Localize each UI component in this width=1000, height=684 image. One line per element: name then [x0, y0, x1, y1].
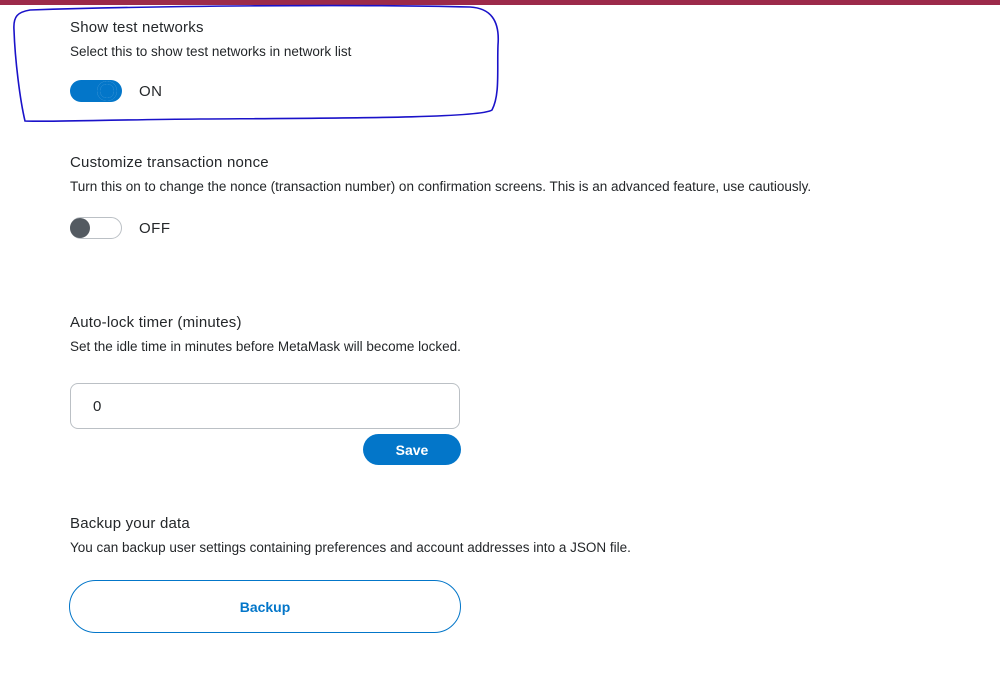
backup-title: Backup your data — [70, 515, 190, 532]
show-test-networks-toggle-label: ON — [139, 82, 163, 100]
show-test-networks-section: Show test networks Select this to show t… — [70, 18, 995, 102]
toggle-knob — [97, 81, 117, 101]
toggle-knob — [70, 217, 90, 238]
settings-page: Show test networks Select this to show t… — [0, 0, 1000, 684]
autolock-section: Auto-lock timer (minutes) Set the idle t… — [70, 313, 995, 357]
customize-nonce-toggle-row: OFF — [70, 217, 995, 239]
backup-section: Backup your data You can backup user set… — [70, 514, 995, 558]
show-test-networks-toggle[interactable] — [70, 80, 122, 102]
customize-nonce-toggle-label: OFF — [139, 219, 171, 237]
backup-button[interactable]: Backup — [69, 580, 461, 633]
show-test-networks-description: Select this to show test networks in net… — [70, 44, 352, 59]
autolock-title: Auto-lock timer (minutes) — [70, 314, 242, 331]
autolock-minutes-input[interactable] — [70, 383, 460, 429]
customize-nonce-toggle[interactable] — [70, 217, 122, 239]
backup-description: You can backup user settings containing … — [70, 540, 631, 555]
show-test-networks-title: Show test networks — [70, 19, 204, 36]
autolock-description: Set the idle time in minutes before Meta… — [70, 339, 461, 354]
customize-nonce-section: Customize transaction nonce Turn this on… — [70, 153, 995, 239]
show-test-networks-toggle-row: ON — [70, 80, 995, 102]
customize-nonce-description: Turn this on to change the nonce (transa… — [70, 179, 812, 194]
top-accent-bar — [0, 0, 1000, 5]
customize-nonce-title: Customize transaction nonce — [70, 154, 269, 171]
save-button[interactable]: Save — [363, 434, 461, 465]
